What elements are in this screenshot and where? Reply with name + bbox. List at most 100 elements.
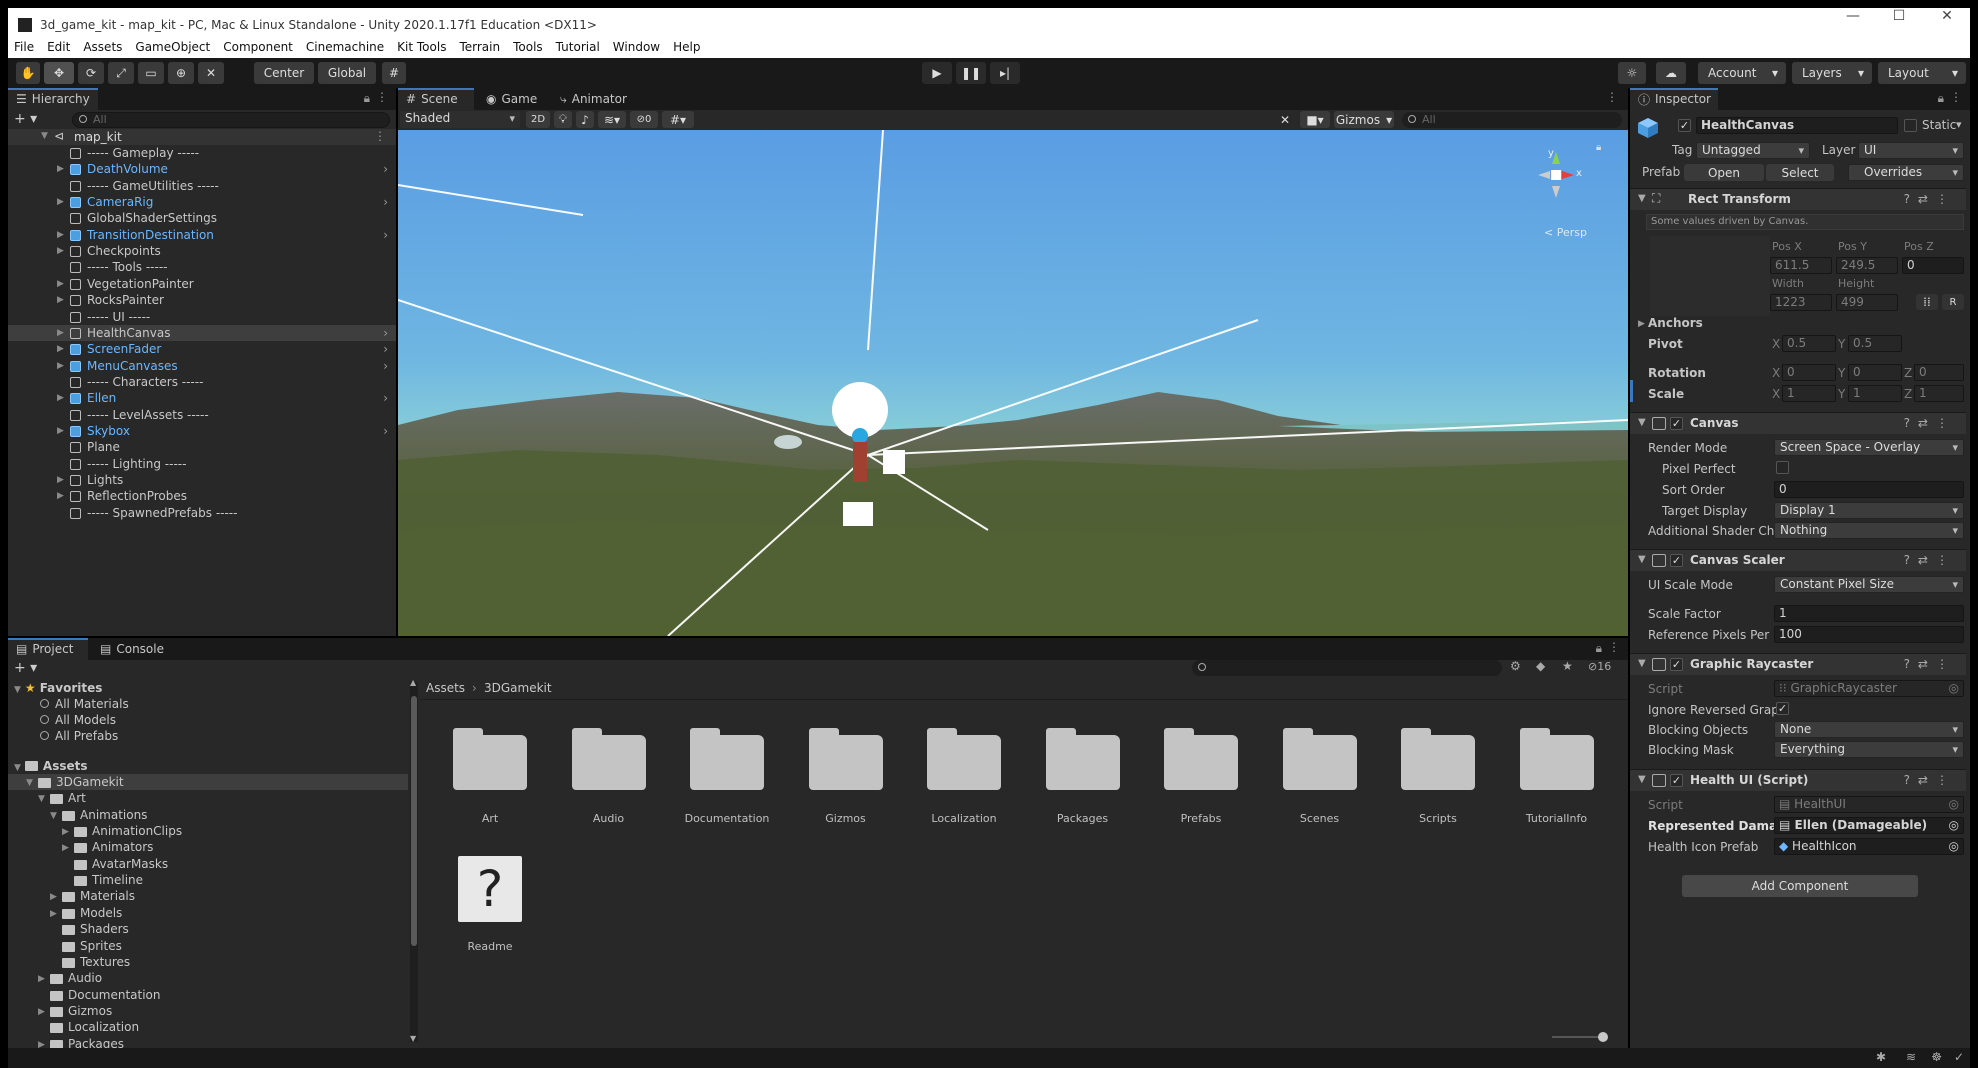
hand-tool-icon[interactable]: ✋ xyxy=(16,62,40,84)
hierarchy-item[interactable]: GlobalShaderSettings xyxy=(8,210,396,226)
layers-dropdown[interactable]: Layers ▾ xyxy=(1792,62,1872,84)
hierarchy-item[interactable]: ▶ CameraRig › xyxy=(8,194,396,210)
health-ui-enabled-checkbox[interactable]: ✓ xyxy=(1670,774,1683,787)
collapse-arrow-icon[interactable]: ▼ xyxy=(50,808,57,824)
sort-order-field[interactable]: 0 xyxy=(1774,481,1964,498)
tools-icon[interactable]: ✕ xyxy=(1274,111,1296,128)
project-folder-row[interactable]: ▶ Models xyxy=(8,905,408,921)
menu-window[interactable]: Window xyxy=(613,40,660,54)
component-actions-icons[interactable]: ?⇄⋮ xyxy=(1904,192,1956,206)
anchors-label[interactable]: Anchors xyxy=(1648,316,1703,330)
tab-hierarchy[interactable]: ☰ Hierarchy xyxy=(8,88,98,110)
folder-asset-icon[interactable] xyxy=(1401,728,1475,790)
object-picker-icon[interactable]: ◎ xyxy=(1949,818,1959,833)
chevron-right-icon[interactable]: › xyxy=(383,390,388,406)
tab-scene[interactable]: # Scene xyxy=(398,88,474,110)
expand-arrow-icon[interactable]: ▶ xyxy=(38,971,45,987)
create-button[interactable]: + ▾ xyxy=(14,111,44,129)
hierarchy-item[interactable]: ----- LevelAssets ----- xyxy=(8,407,396,423)
blueprint-mode-button[interactable]: ⁞⁞ xyxy=(1916,294,1938,310)
expand-arrow-icon[interactable]: ▶ xyxy=(57,325,64,341)
filter-type-icon[interactable]: ⚙ xyxy=(1510,659,1521,673)
expand-arrow-icon[interactable]: ▶ xyxy=(38,1037,45,1048)
anchor-preset-button[interactable] xyxy=(1650,236,1770,316)
expand-arrow-icon[interactable]: ▶ xyxy=(1638,319,1645,329)
object-picker-icon[interactable]: ◎ xyxy=(1949,681,1959,696)
canvas-enabled-checkbox[interactable]: ✓ xyxy=(1670,417,1683,430)
hierarchy-item[interactable]: ----- Characters ----- xyxy=(8,374,396,390)
hierarchy-item[interactable]: ▶ DeathVolume › xyxy=(8,161,396,177)
represented-damageable-field[interactable]: ▤ Ellen (Damageable) ◎ xyxy=(1774,817,1964,834)
scroll-up-icon[interactable]: ▲ xyxy=(410,678,416,687)
project-folder-row[interactable]: Timeline xyxy=(8,872,408,888)
blocking-mask-dropdown[interactable]: Everything xyxy=(1774,741,1964,758)
expand-arrow-icon[interactable]: ▶ xyxy=(50,889,57,905)
shader-channels-dropdown[interactable]: Nothing xyxy=(1774,522,1964,539)
perspective-label[interactable]: < Persp xyxy=(1544,226,1587,239)
expand-arrow-icon[interactable]: ▶ xyxy=(57,292,64,308)
tree-scrollbar[interactable] xyxy=(410,682,418,1042)
kebab-menu-icon[interactable]: ⋮ xyxy=(1950,90,1962,104)
star-icon[interactable]: ★ xyxy=(1562,659,1573,673)
expand-arrow-icon[interactable]: ▶ xyxy=(57,276,64,292)
tree-scrollbar-thumb[interactable] xyxy=(411,696,417,946)
render-mode-dropdown[interactable]: Screen Space - Overlay xyxy=(1774,439,1964,456)
collapse-arrow-icon[interactable]: ▼ xyxy=(38,791,45,807)
pos-x-field[interactable]: 611.5 xyxy=(1770,257,1832,274)
tag-dropdown[interactable]: Untagged xyxy=(1696,142,1810,159)
hierarchy-item[interactable]: ----- Gameplay ----- xyxy=(8,145,396,161)
zoom-slider-handle[interactable] xyxy=(1598,1032,1608,1042)
expand-arrow-icon[interactable]: ▶ xyxy=(57,488,64,504)
lock-icon[interactable]: 🔒︎ xyxy=(1938,91,1944,106)
chevron-right-icon[interactable]: › xyxy=(383,161,388,177)
tab-game[interactable]: ◉ Game xyxy=(478,88,548,110)
expand-arrow-icon[interactable]: ▶ xyxy=(57,227,64,243)
folder-asset-icon[interactable] xyxy=(453,728,527,790)
raw-edit-button[interactable]: R xyxy=(1942,294,1964,310)
custom-tool-icon[interactable]: ✕ xyxy=(198,62,224,84)
component-actions-icons[interactable]: ?⇄⋮ xyxy=(1904,416,1956,430)
target-display-dropdown[interactable]: Display 1 xyxy=(1774,502,1964,519)
grid-snap-icon[interactable]: # xyxy=(382,62,406,84)
lighting-status-icon[interactable]: ☸ xyxy=(1931,1050,1942,1064)
expand-arrow-icon[interactable]: ▶ xyxy=(38,1004,45,1020)
width-field[interactable]: 1223 xyxy=(1770,294,1832,311)
ignore-reversed-checkbox[interactable]: ✓ xyxy=(1776,702,1789,715)
project-folder-row[interactable]: Sprites xyxy=(8,938,408,954)
assets-header[interactable]: ▼ Assets xyxy=(14,758,88,774)
folder-asset-icon[interactable] xyxy=(1164,728,1238,790)
tab-console[interactable]: ▤ Console xyxy=(92,638,172,660)
health-ui-script-field[interactable]: ▤ HealthUI ◎ xyxy=(1774,796,1964,813)
project-folder-row[interactable]: Shaders xyxy=(8,921,408,937)
pos-y-field[interactable]: 249.5 xyxy=(1836,257,1898,274)
expand-arrow-icon[interactable]: ▶ xyxy=(50,906,57,922)
hierarchy-item[interactable]: ----- Tools ----- xyxy=(8,259,396,275)
rotation-y-field[interactable]: 0 xyxy=(1848,364,1902,381)
active-checkbox[interactable]: ✓ xyxy=(1678,119,1691,132)
label-tag-icon[interactable]: ◆ xyxy=(1536,659,1545,673)
favorite-item[interactable]: All Materials xyxy=(40,696,129,712)
project-folder-row[interactable]: AvatarMasks xyxy=(8,856,408,872)
prefab-overrides-dropdown[interactable]: Overrides xyxy=(1848,164,1964,181)
folder-asset-icon[interactable] xyxy=(1282,728,1357,790)
object-picker-icon[interactable]: ◎ xyxy=(1949,839,1959,854)
scene-search-input[interactable]: All xyxy=(1402,112,1622,128)
expand-arrow-icon[interactable]: ▶ xyxy=(62,840,69,856)
menu-kit-tools[interactable]: Kit Tools xyxy=(397,40,446,54)
maximize-button[interactable]: ☐ xyxy=(1882,8,1916,24)
project-folder-row[interactable]: ▼ 3DGamekit xyxy=(8,774,408,790)
expand-arrow-icon[interactable]: ▶ xyxy=(57,423,64,439)
chevron-right-icon[interactable]: › xyxy=(383,325,388,341)
favorite-item[interactable]: All Prefabs xyxy=(40,728,118,744)
expand-arrow-icon[interactable]: ▶ xyxy=(62,824,69,840)
scale-y-field[interactable]: 1 xyxy=(1848,385,1902,402)
hierarchy-item[interactable]: ▶ MenuCanvases › xyxy=(8,358,396,374)
folder-asset-icon[interactable] xyxy=(690,728,764,790)
project-folder-row[interactable]: ▶ AnimationClips xyxy=(8,823,408,839)
layout-dropdown[interactable]: Layout ▾ xyxy=(1878,62,1966,84)
collab-icon[interactable]: ☼ xyxy=(1618,62,1646,84)
folder-asset-icon[interactable] xyxy=(927,728,1001,790)
kebab-menu-icon[interactable]: ⋮ xyxy=(376,90,388,104)
favorite-item[interactable]: All Models xyxy=(40,712,116,728)
hierarchy-item[interactable]: ----- GameUtilities ----- xyxy=(8,178,396,194)
